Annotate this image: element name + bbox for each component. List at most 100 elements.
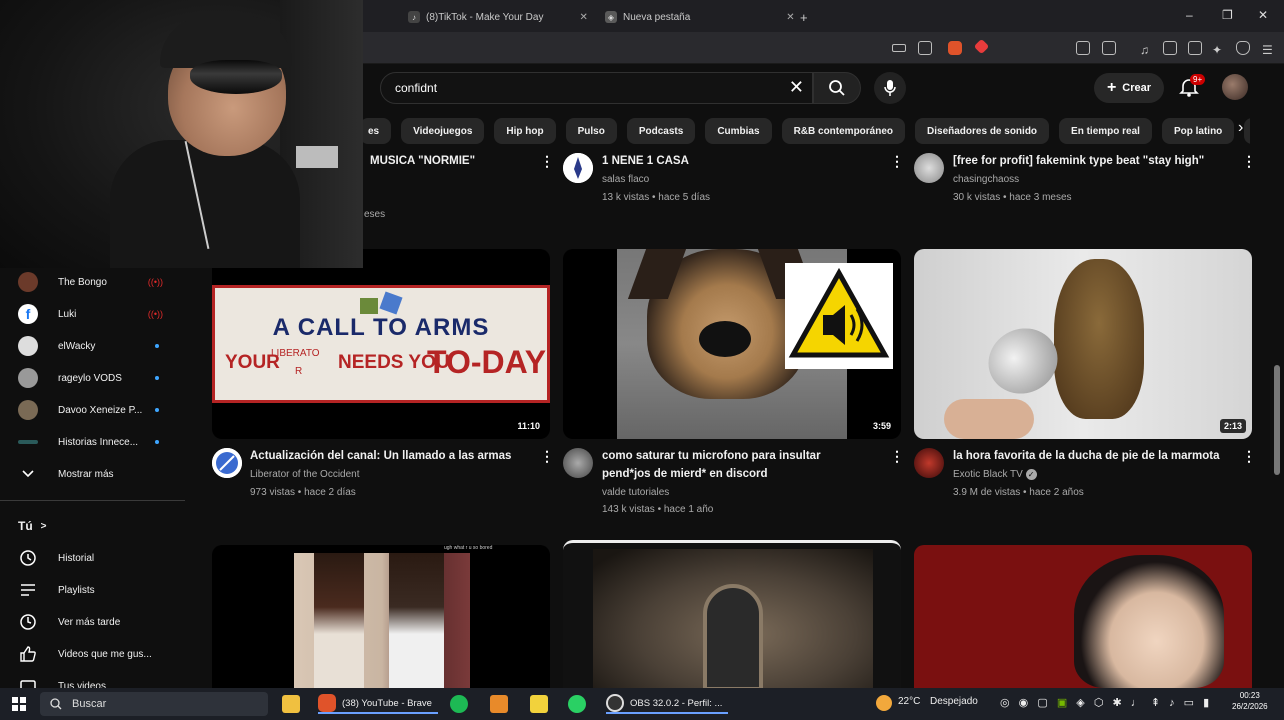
taskbar-obs[interactable]: OBS 32.0.2 - Perfil: ... (606, 694, 729, 714)
taskbar-fl-studio[interactable] (490, 694, 508, 714)
minimize-button[interactable]: – (1186, 8, 1193, 22)
sidebar-toggle-icon[interactable] (1163, 41, 1177, 55)
taskbar-sticky-notes[interactable] (530, 694, 548, 714)
microphone-tray-icon[interactable]: ♩ (1131, 697, 1142, 709)
more-options-icon[interactable]: ⋮ (890, 153, 904, 170)
sidebar-sub-historias[interactable]: Historias Innece... (18, 432, 183, 452)
channel-avatar[interactable] (914, 448, 944, 478)
video-thumbnail[interactable]: 3:59 (563, 249, 901, 439)
tray-app-icon[interactable]: ▢ (1037, 697, 1047, 709)
video-title-line2[interactable]: pend*jos de mierd* en discord (602, 466, 768, 483)
nvidia-tray-icon[interactable]: ▣ (1057, 697, 1067, 709)
tab-close-icon[interactable]: ✕ (579, 12, 587, 23)
search-box[interactable]: confidnt ✕ (380, 72, 813, 104)
chip[interactable]: Videojuegos (401, 118, 485, 144)
taskbar-whatsapp[interactable] (568, 694, 586, 714)
chip[interactable]: Diseñadores de sonido (915, 118, 1050, 144)
chip[interactable]: Fr (1244, 118, 1250, 144)
brave-shields-icon[interactable] (948, 41, 962, 55)
channel-name[interactable]: Liberator of the Occident (250, 466, 360, 483)
video-title[interactable]: la hora favorita de la ducha de pie de l… (953, 448, 1220, 465)
music-icon[interactable]: ♫ (1140, 41, 1154, 57)
chip[interactable]: Pop latino (1161, 118, 1235, 144)
reader-icon[interactable] (1102, 41, 1116, 55)
security-tray-icon[interactable]: ⬡ (1094, 697, 1104, 709)
windows-start-icon[interactable] (12, 697, 26, 711)
video-thumbnail[interactable]: ugh what r u so bored (212, 545, 550, 688)
chip[interactable]: R&B contemporáneo (781, 118, 906, 144)
taskbar-brave[interactable]: (38) YouTube - Brave (318, 694, 438, 714)
vpn-icon[interactable] (1236, 41, 1250, 55)
video-title[interactable]: MUSICA "NORMIE" (370, 153, 475, 170)
sidebar-item-watch-later[interactable]: Ver más tarde (18, 612, 120, 632)
chip[interactable]: En tiempo real (1059, 118, 1152, 144)
chevron-right-icon[interactable]: › (1238, 119, 1243, 137)
steam-tray-icon[interactable]: ◈ (1076, 697, 1084, 709)
video-title[interactable]: Actualización del canal: Un llamado a la… (250, 448, 511, 465)
sidebar-item-liked[interactable]: Videos que me gus... (18, 644, 152, 664)
search-input[interactable]: confidnt (395, 81, 437, 95)
taskbar-clock[interactable]: 00:23 26/2/2026 (1232, 690, 1268, 712)
screen-icon[interactable] (892, 44, 906, 52)
video-thumbnail[interactable] (914, 545, 1252, 688)
usb-tray-icon[interactable]: ⇞ (1151, 697, 1160, 709)
chip[interactable]: Pulso (565, 118, 617, 144)
scrollbar-thumb[interactable] (1274, 365, 1280, 475)
channel-name[interactable]: chasingchaoss (953, 171, 1019, 188)
taskbar-file-explorer[interactable] (282, 694, 300, 714)
weather-icon[interactable] (876, 695, 892, 714)
video-thumbnail[interactable]: A CALL TO ARMS YOUR LIBERATO R NEEDS YOU… (212, 249, 550, 439)
chip[interactable]: Hip hop (494, 118, 556, 144)
sidebar-sub-davoo[interactable]: Davoo Xeneize P... (18, 400, 183, 420)
battery-tray-icon[interactable]: ▮ (1203, 697, 1209, 709)
voice-search-button[interactable] (874, 72, 906, 104)
rewards-icon[interactable] (973, 38, 990, 55)
channel-avatar[interactable] (914, 153, 944, 183)
new-tab-button[interactable]: + (800, 6, 808, 28)
channel-avatar[interactable] (563, 448, 593, 478)
chip[interactable]: Podcasts (626, 118, 696, 144)
volume-tray-icon[interactable]: ♪ (1169, 697, 1175, 709)
ai-icon[interactable]: ✦ (1212, 41, 1226, 57)
tab-new[interactable]: ◈ Nueva pestaña ✕ (605, 6, 795, 28)
more-options-icon[interactable]: ⋮ (1242, 448, 1256, 465)
video-title[interactable]: [free for profit] fakemink type beat "st… (953, 153, 1204, 170)
maximize-button[interactable]: ❐ (1222, 8, 1233, 22)
channel-avatar[interactable] (563, 153, 593, 183)
tab-close-icon[interactable]: ✕ (786, 12, 794, 23)
taskbar-search[interactable]: Buscar (40, 692, 268, 716)
whatsapp-tray-icon[interactable]: ◎ (1000, 697, 1010, 709)
account-avatar[interactable] (1222, 74, 1248, 100)
network-tray-icon[interactable]: ▭ (1184, 697, 1194, 709)
sidebar-sub-elwacky[interactable]: elWacky (18, 336, 183, 356)
sidebar-you-header[interactable]: Tú > (18, 516, 47, 536)
channel-avatar[interactable] (212, 448, 242, 478)
extensions-icon[interactable] (1076, 41, 1090, 55)
wallet-icon[interactable] (1188, 41, 1202, 55)
chip[interactable]: es (360, 118, 392, 144)
chip[interactable]: Cumbias (705, 118, 772, 144)
tray-icons[interactable]: ◎ ◉ ▢ ▣ ◈ ⬡ ✱ ♩ ⇞ ♪ ▭ ▮ (1000, 696, 1209, 709)
video-title[interactable]: 1 NENE 1 CASA (602, 153, 689, 170)
discord-tray-icon[interactable]: ◉ (1019, 697, 1029, 709)
bluetooth-tray-icon[interactable]: ✱ (1112, 697, 1121, 709)
create-button[interactable]: + Crear (1094, 73, 1164, 103)
video-thumbnail[interactable] (563, 540, 901, 688)
share-icon[interactable] (918, 41, 932, 55)
show-more-button[interactable]: Mostrar más (18, 464, 183, 484)
more-options-icon[interactable]: ⋮ (890, 448, 904, 465)
tab-tiktok[interactable]: ♪ (8)TikTok - Make Your Day ✕ (408, 6, 588, 28)
more-options-icon[interactable]: ⋮ (1242, 153, 1256, 170)
sidebar-item-playlists[interactable]: Playlists (18, 580, 95, 600)
channel-name[interactable]: valde tutoriales (602, 484, 669, 501)
sidebar-sub-the-bongo[interactable]: The Bongo ((•)) (18, 272, 183, 292)
channel-name[interactable]: Exotic Black TV ✓ (953, 466, 1037, 483)
close-window-button[interactable]: ✕ (1258, 8, 1268, 22)
sidebar-sub-luki[interactable]: f Luki ((•)) (18, 304, 183, 324)
more-options-icon[interactable]: ⋮ (540, 153, 554, 170)
menu-icon[interactable]: ☰ (1262, 41, 1276, 57)
channel-name[interactable]: salas flaco (602, 171, 649, 188)
close-icon[interactable]: ✕ (789, 77, 804, 98)
taskbar-spotify[interactable] (450, 694, 468, 714)
video-title[interactable]: como saturar tu microfono para insultar (602, 448, 821, 465)
